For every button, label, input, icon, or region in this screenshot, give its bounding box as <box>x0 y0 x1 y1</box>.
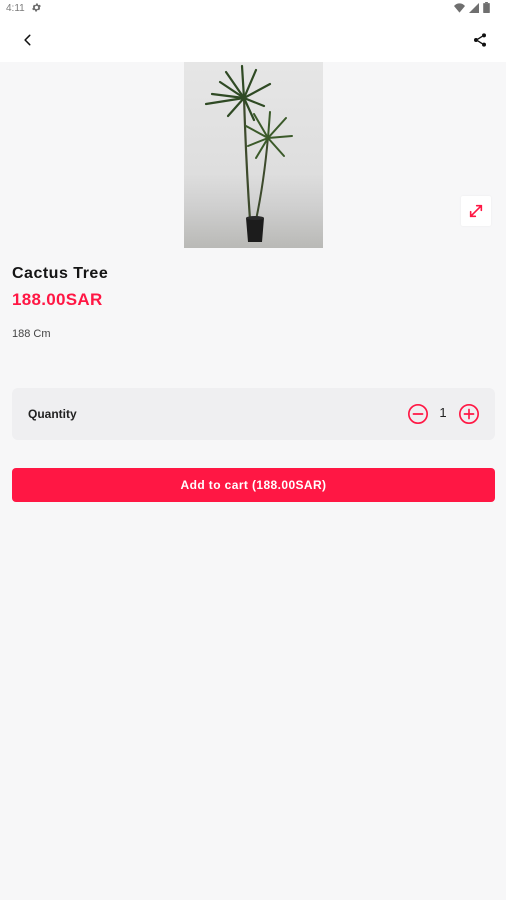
product-name: Cactus Tree <box>12 265 109 282</box>
signal-icon <box>469 2 479 16</box>
plus-circle-icon[interactable] <box>458 403 480 425</box>
status-bar: 4:11 <box>0 0 506 18</box>
quantity-selector: Quantity 1 <box>12 388 495 440</box>
back-arrow-icon[interactable] <box>16 28 40 52</box>
product-image[interactable] <box>184 62 323 248</box>
wifi-icon <box>454 2 465 16</box>
status-time: 4:11 <box>6 3 25 14</box>
battery-icon <box>483 2 490 16</box>
quantity-label: Quantity <box>28 407 77 421</box>
app-bar <box>0 18 506 62</box>
quantity-value: 1 <box>439 405 447 420</box>
add-to-cart-button[interactable]: Add to cart (188.00SAR) <box>12 468 495 502</box>
share-icon[interactable] <box>468 28 492 52</box>
expand-icon[interactable] <box>461 196 491 226</box>
product-description: 188 Cm <box>12 328 51 340</box>
status-icons <box>454 2 490 16</box>
product-price: 188.00SAR <box>12 290 103 309</box>
gear-icon <box>31 2 42 16</box>
minus-circle-icon[interactable] <box>407 403 429 425</box>
